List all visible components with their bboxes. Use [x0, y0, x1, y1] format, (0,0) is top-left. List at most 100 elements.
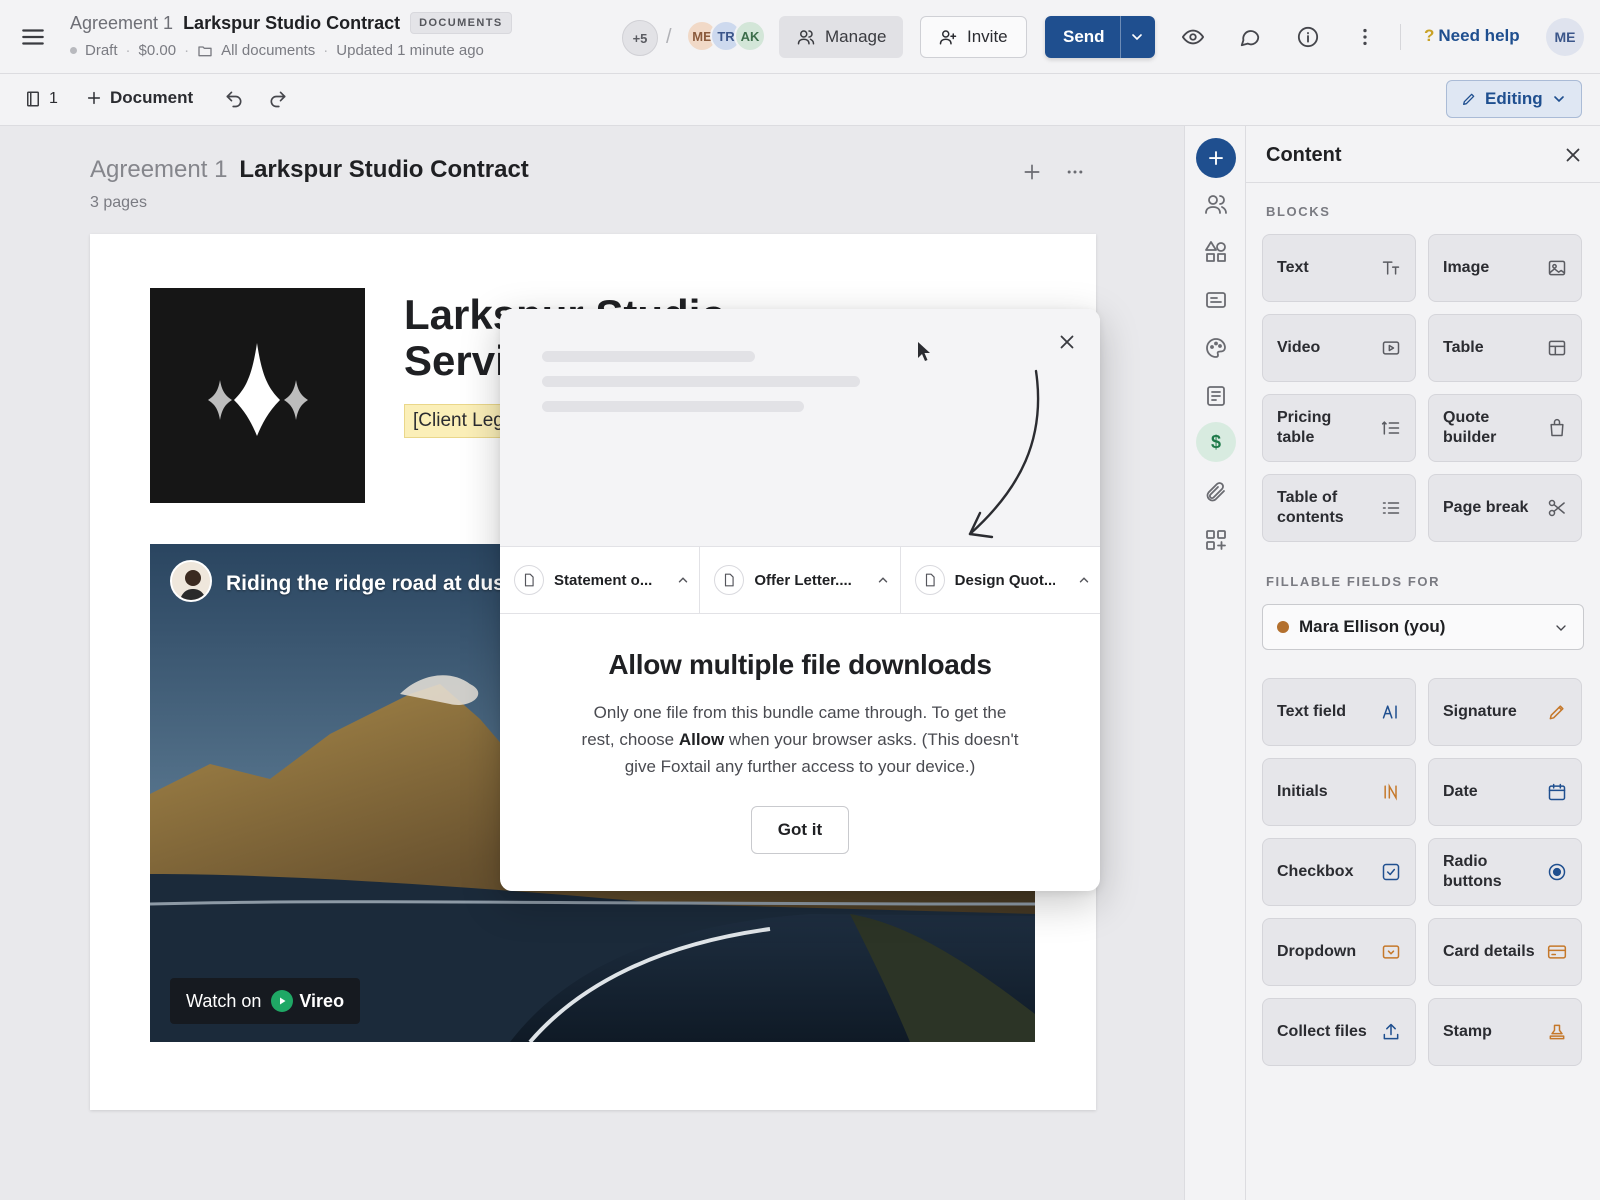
calendar-icon [1548, 783, 1566, 801]
shapes-icon[interactable] [1204, 240, 1228, 264]
table-icon [1548, 340, 1566, 356]
recipient-select[interactable]: Mara Ellison (you) [1262, 604, 1584, 650]
page-count: 1 [49, 90, 58, 107]
tile-label: Pricing table [1277, 409, 1332, 446]
close-icon[interactable] [1056, 331, 1078, 353]
watch-on-label: Watch on [186, 990, 262, 1011]
palette-icon[interactable] [1204, 336, 1228, 360]
block-image[interactable]: Image [1428, 234, 1582, 302]
field-signature[interactable]: Signature [1428, 678, 1582, 746]
document-meta: Draft · $0.00 · All documents · Updated … [70, 42, 484, 59]
user-avatar[interactable]: ME [1546, 18, 1584, 56]
invite-button[interactable]: Invite [920, 16, 1027, 58]
tile-label: Signature [1443, 703, 1517, 720]
panel-title: Content [1266, 144, 1342, 166]
chevron-down-icon [1553, 96, 1564, 103]
add-document-label: Document [110, 88, 194, 107]
download-name: Design Quot... [954, 571, 1055, 589]
skeleton-line [542, 351, 755, 362]
checkbox-icon [1382, 863, 1400, 881]
tile-label: Date [1443, 783, 1478, 800]
comment-icon[interactable] [1239, 26, 1261, 48]
download-item[interactable]: Statement o... [500, 547, 701, 613]
notes-icon[interactable] [1204, 384, 1228, 408]
fillable-section-label: FILLABLE FIELDS FOR [1266, 574, 1441, 589]
watch-on-button[interactable]: Watch on Vireo [170, 978, 361, 1024]
need-help-link[interactable]: ? Need help [1424, 26, 1520, 46]
more-collaborators-badge[interactable]: +5 [622, 20, 658, 56]
need-help-label: Need help [1438, 26, 1520, 45]
channel-avatar[interactable] [170, 560, 212, 602]
chevron-up-icon[interactable] [676, 573, 690, 587]
block-table[interactable]: Table [1428, 314, 1582, 382]
send-label: Send [1063, 27, 1105, 46]
avatar[interactable]: AK [734, 20, 766, 52]
sparkle-logo[interactable] [150, 288, 365, 503]
undo-icon[interactable] [224, 89, 244, 109]
document-title[interactable]: Larkspur Studio Contract [183, 13, 400, 34]
dropdown-icon [1382, 945, 1400, 959]
upload-icon [1383, 1023, 1399, 1040]
field-card-details[interactable]: Card details [1428, 918, 1582, 986]
more-horizontal-icon[interactable] [1064, 162, 1086, 182]
field-initials[interactable]: Initials [1262, 758, 1416, 826]
video-brand: Vireo [271, 990, 344, 1012]
close-icon[interactable] [1562, 144, 1584, 166]
mode-dropdown[interactable]: Editing [1446, 80, 1582, 118]
chevron-down-icon[interactable] [1129, 29, 1145, 45]
dialog-body: Only one file from this bundle came thro… [578, 699, 1022, 780]
text-field-icon [1382, 705, 1397, 719]
amount-text: $0.00 [138, 42, 177, 59]
pages-icon[interactable] [24, 90, 42, 108]
download-item[interactable]: Design Quot... [901, 547, 1100, 613]
block-text[interactable]: Text [1262, 234, 1416, 302]
file-icon [714, 565, 745, 595]
block-quote-builder[interactable]: Quote builder [1428, 394, 1582, 462]
block-pricing-table[interactable]: Pricing table [1262, 394, 1416, 462]
recipients-icon[interactable] [1204, 192, 1228, 216]
play-icon [271, 990, 294, 1012]
more-vertical-icon[interactable] [1354, 26, 1376, 48]
menu-icon[interactable] [20, 24, 46, 50]
redo-icon[interactable] [268, 89, 288, 109]
collaborator-avatars: ME TR AK [686, 20, 766, 52]
got-it-button[interactable]: Got it [751, 806, 849, 854]
field-text-field[interactable]: Text field [1262, 678, 1416, 746]
skeleton-line [542, 376, 860, 387]
field-checkbox[interactable]: Checkbox [1262, 838, 1416, 906]
add-page-icon[interactable] [1022, 162, 1042, 182]
field-dropdown[interactable]: Dropdown [1262, 918, 1416, 986]
pricing-button[interactable]: $ [1196, 422, 1236, 462]
block-page-break[interactable]: Page break [1428, 474, 1582, 542]
field-collect-files[interactable]: Collect files [1262, 998, 1416, 1066]
pen-icon [1549, 705, 1564, 720]
block-table-of-contents[interactable]: Table of contents [1262, 474, 1416, 542]
chevron-up-icon[interactable] [1077, 573, 1091, 587]
eye-icon[interactable] [1182, 26, 1204, 48]
field-radio-buttons[interactable]: Radio buttons [1428, 838, 1582, 906]
paperclip-icon[interactable] [1204, 480, 1228, 504]
add-document-button[interactable]: Document [86, 88, 193, 108]
field-date[interactable]: Date [1428, 758, 1582, 826]
client-placeholder[interactable]: [Client Leg [404, 404, 513, 438]
separator: · [184, 42, 190, 59]
apps-icon[interactable] [1204, 528, 1228, 552]
field-stamp[interactable]: Stamp [1428, 998, 1582, 1066]
page-count-label: 3 pages [90, 194, 147, 211]
video-title[interactable]: Riding the ridge road at dusk [226, 572, 517, 596]
panel-divider [1246, 182, 1600, 183]
add-content-button[interactable] [1196, 138, 1236, 178]
updated-text: Updated 1 minute ago [336, 42, 484, 59]
send-button[interactable]: Send [1045, 16, 1155, 58]
info-icon[interactable] [1297, 26, 1319, 48]
folder-link[interactable]: All documents [221, 42, 315, 59]
user-plus-icon [939, 30, 957, 45]
canvas-title[interactable]: Larkspur Studio Contract [239, 156, 528, 184]
mode-label: Editing [1485, 89, 1543, 108]
manage-button[interactable]: Manage [779, 16, 903, 58]
fields-icon[interactable] [1204, 288, 1228, 312]
status-text: Draft [85, 42, 118, 59]
download-item[interactable]: Offer Letter.... [700, 547, 901, 613]
chevron-up-icon[interactable] [876, 573, 890, 587]
block-video[interactable]: Video [1262, 314, 1416, 382]
